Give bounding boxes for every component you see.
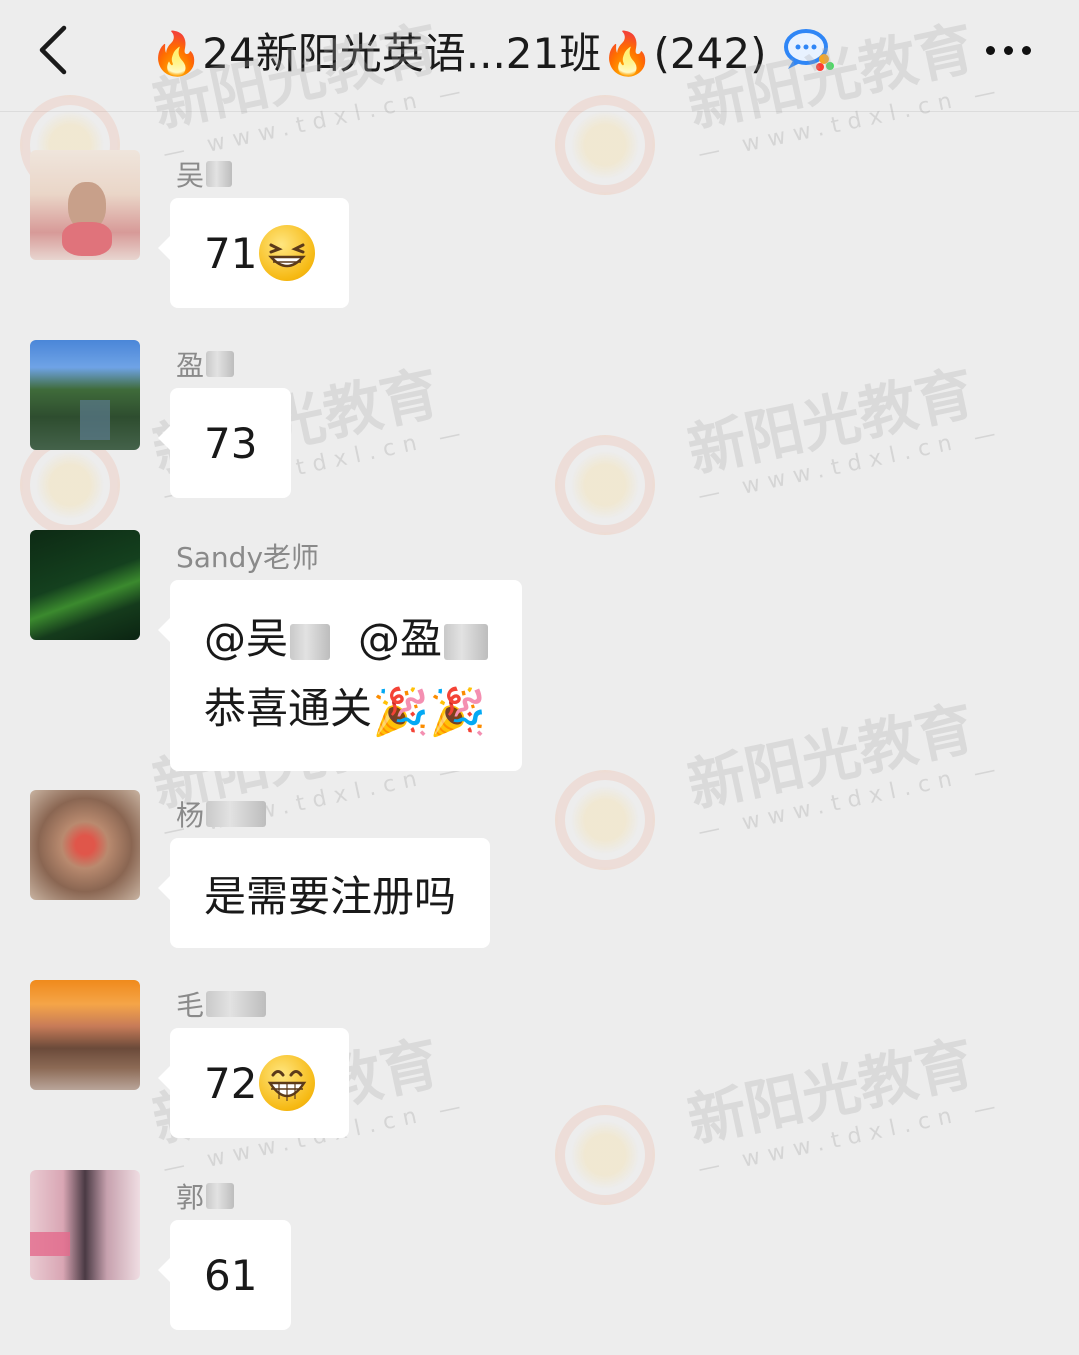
chat-message: 盈 73 bbox=[0, 340, 1079, 500]
message-line: @吴 @盈 bbox=[204, 604, 489, 674]
avatar[interactable] bbox=[30, 150, 140, 260]
message-bubble[interactable]: 72 bbox=[157, 1028, 350, 1138]
chat-message: 杨 是需要注册吗 bbox=[0, 790, 1079, 950]
more-dot bbox=[985, 45, 995, 55]
avatar[interactable] bbox=[30, 530, 140, 640]
message-bubble[interactable]: 71 bbox=[157, 198, 350, 308]
chat-message: 郭 61 bbox=[0, 1170, 1079, 1340]
avatar[interactable] bbox=[30, 340, 140, 450]
message-bubble[interactable]: 61 bbox=[157, 1220, 292, 1330]
chat-message: Sandy老师 @吴 @盈 恭喜通关🎉🎉 bbox=[0, 530, 1079, 771]
sender-name: 杨 bbox=[176, 794, 267, 834]
sender-name: Sandy老师 bbox=[176, 536, 319, 576]
message-bubble[interactable]: 73 bbox=[157, 388, 292, 498]
sender-name-text: 杨 bbox=[176, 799, 205, 832]
message-bubble[interactable]: @吴 @盈 恭喜通关🎉🎉 bbox=[157, 580, 523, 771]
blurred-name bbox=[444, 623, 489, 660]
chat-screen: 🔥24新阳光英语...21班🔥(242) 新阳光教育 — www.tdxl.cn… bbox=[0, 0, 1079, 1355]
message-text: 恭喜通关 bbox=[204, 684, 373, 733]
chat-message: 吴 71 bbox=[0, 150, 1079, 310]
sender-name: 毛 bbox=[176, 984, 267, 1024]
sender-name: 吴 bbox=[176, 154, 233, 194]
back-button[interactable] bbox=[30, 18, 86, 82]
chat-message: 毛 72 bbox=[0, 980, 1079, 1140]
avatar[interactable] bbox=[30, 790, 140, 900]
more-button[interactable] bbox=[968, 28, 1048, 72]
group-chat-icon bbox=[784, 29, 835, 71]
message-text: 73 bbox=[204, 418, 258, 468]
party-popper-icon: 🎉🎉 bbox=[372, 684, 487, 739]
message-bubble[interactable]: 是需要注册吗 bbox=[157, 838, 491, 948]
grinning-emoji-icon bbox=[259, 1055, 316, 1111]
mention-text[interactable]: @吴 bbox=[204, 614, 288, 663]
blurred-name bbox=[206, 1183, 235, 1209]
message-text: 61 bbox=[204, 1250, 258, 1300]
blurred-name bbox=[290, 623, 331, 660]
chat-header: 🔥24新阳光英语...21班🔥(242) bbox=[0, 0, 1079, 112]
grinning-squint-emoji-icon bbox=[259, 225, 316, 281]
chat-title-area[interactable]: 🔥24新阳光英语...21班🔥(242) bbox=[150, 20, 950, 80]
message-line: 恭喜通关🎉🎉 bbox=[204, 674, 488, 747]
sender-name-text: Sandy老师 bbox=[176, 541, 320, 574]
message-text: 72 bbox=[204, 1058, 258, 1108]
blurred-name bbox=[206, 351, 235, 377]
message-text: 是需要注册吗 bbox=[204, 871, 457, 921]
avatar[interactable] bbox=[30, 1170, 140, 1280]
sender-name: 郭 bbox=[176, 1176, 235, 1216]
sender-name-text: 毛 bbox=[176, 989, 205, 1022]
chevron-left-icon bbox=[39, 25, 67, 75]
mention-text[interactable]: @盈 bbox=[358, 614, 442, 663]
sender-name: 盈 bbox=[176, 344, 235, 384]
more-dot bbox=[1021, 45, 1031, 55]
sender-name-text: 盈 bbox=[176, 349, 205, 382]
sender-name-text: 吴 bbox=[176, 159, 205, 192]
message-text: 71 bbox=[204, 228, 258, 278]
blurred-name bbox=[206, 161, 233, 187]
blurred-name bbox=[206, 801, 267, 827]
chat-title: 🔥24新阳光英语...21班🔥(242) bbox=[150, 28, 767, 78]
blurred-name bbox=[206, 991, 267, 1017]
avatar[interactable] bbox=[30, 980, 140, 1090]
sender-name-text: 郭 bbox=[176, 1181, 205, 1214]
more-dot bbox=[1003, 45, 1013, 55]
